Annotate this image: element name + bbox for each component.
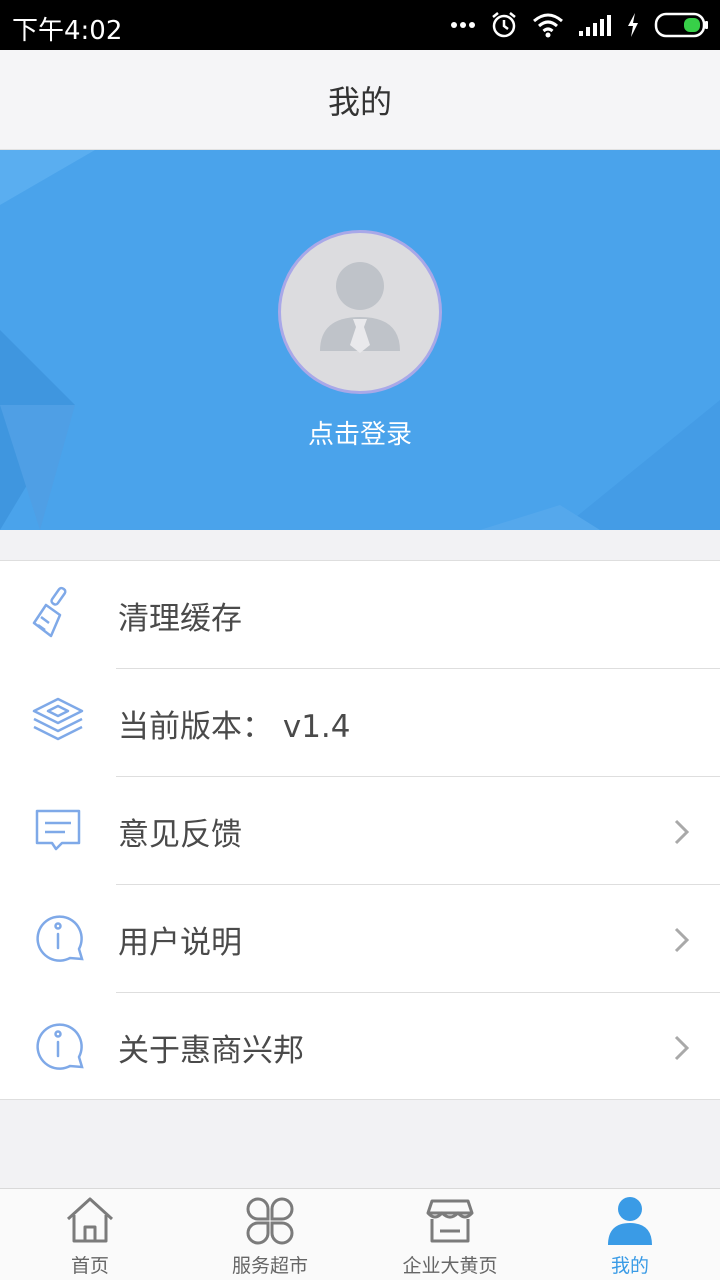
nav-mine[interactable]: 我的 <box>540 1189 720 1280</box>
broom-icon <box>32 586 67 638</box>
status-bar: 下午4:02 <box>0 0 720 50</box>
nav-label: 服务超市 <box>231 1255 308 1277</box>
person-icon <box>608 1197 652 1245</box>
menu-item-label: 意见反馈 <box>118 817 242 853</box>
more-dots-icon <box>451 22 475 28</box>
chevron-right-icon <box>674 927 690 953</box>
layers-icon <box>32 697 84 741</box>
message-icon <box>35 809 81 851</box>
page-title: 我的 <box>327 82 392 121</box>
chevron-right-icon <box>674 819 690 845</box>
home-icon <box>66 1197 114 1243</box>
avatar[interactable] <box>278 230 442 394</box>
status-time: 下午4:02 <box>12 16 123 46</box>
clover-icon <box>246 1197 294 1245</box>
info-icon <box>36 915 84 962</box>
menu-item-version: 当前版本： v1.4 <box>0 669 720 777</box>
menu-item-label: 用户说明 <box>118 925 242 961</box>
info-icon <box>36 1023 84 1070</box>
wifi-icon <box>533 13 563 38</box>
settings-menu: 清理缓存 当前版本： v1.4 意见反馈 用户说明 关于惠商兴邦 <box>0 560 720 1100</box>
store-icon <box>426 1199 474 1243</box>
signal-icon <box>579 15 611 36</box>
nav-label: 我的 <box>610 1255 649 1277</box>
menu-item-label: 关于惠商兴邦 <box>118 1033 304 1069</box>
alarm-icon <box>492 12 516 38</box>
menu-item-label: 清理缓存 <box>118 601 242 637</box>
battery-icon <box>654 12 708 38</box>
menu-item-about[interactable]: 关于惠商兴邦 <box>0 993 720 1101</box>
charging-icon <box>628 13 638 37</box>
login-link[interactable]: 点击登录 <box>0 414 720 451</box>
menu-item-label: 当前版本： v1.4 <box>118 709 351 745</box>
nav-label: 首页 <box>70 1255 109 1277</box>
menu-item-user-guide[interactable]: 用户说明 <box>0 885 720 993</box>
nav-service-market[interactable]: 服务超市 <box>180 1189 360 1280</box>
user-placeholder-icon <box>320 262 400 353</box>
chevron-right-icon <box>674 1035 690 1061</box>
status-icons <box>450 8 710 42</box>
nav-label: 企业大黄页 <box>402 1255 498 1277</box>
menu-item-clear-cache[interactable]: 清理缓存 <box>0 561 720 669</box>
profile-banner: 点击登录 <box>0 150 720 530</box>
bottom-nav: 首页 服务超市 企业大黄页 我的 <box>0 1188 720 1280</box>
menu-item-feedback[interactable]: 意见反馈 <box>0 777 720 885</box>
nav-home[interactable]: 首页 <box>0 1189 180 1280</box>
title-bar: 我的 <box>0 50 720 150</box>
nav-yellow-pages[interactable]: 企业大黄页 <box>360 1189 540 1280</box>
